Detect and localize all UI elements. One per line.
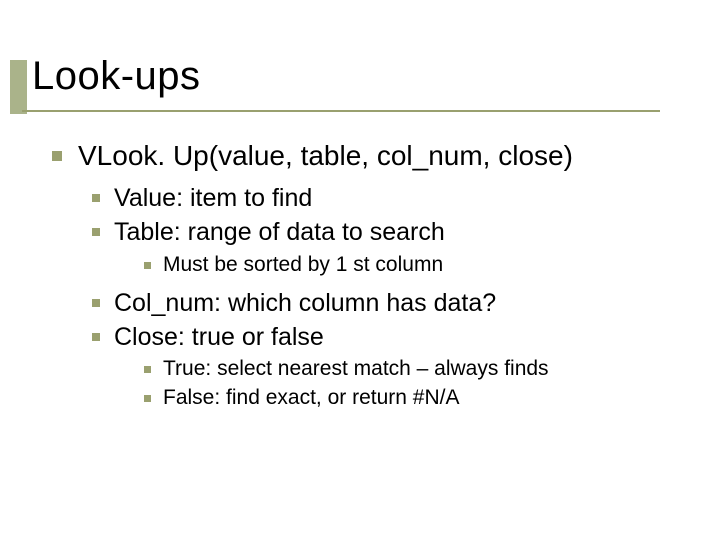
bullet-level-2: Table: range of data to search bbox=[92, 217, 672, 248]
bullet-square-icon bbox=[144, 262, 151, 269]
bullet-text: VLook. Up(value, table, col_num, close) bbox=[78, 138, 573, 173]
bullet-text: Table: range of data to search bbox=[114, 217, 445, 248]
title-area: Look-ups bbox=[32, 54, 201, 99]
title-accent-bar bbox=[10, 60, 27, 114]
bullet-level-2: Close: true or false bbox=[92, 322, 672, 353]
bullet-square-icon bbox=[92, 194, 100, 202]
bullet-level-1: VLook. Up(value, table, col_num, close) bbox=[52, 138, 672, 173]
bullet-level-3: False: find exact, or return #N/A bbox=[144, 385, 672, 411]
bullet-level-3: True: select nearest match – always find… bbox=[144, 356, 672, 382]
bullet-square-icon bbox=[92, 333, 100, 341]
bullet-level-2: Col_num: which column has data? bbox=[92, 288, 672, 319]
bullet-square-icon bbox=[144, 366, 151, 373]
slide-content: VLook. Up(value, table, col_num, close) … bbox=[52, 138, 672, 411]
bullet-square-icon bbox=[92, 299, 100, 307]
bullet-text: True: select nearest match – always find… bbox=[163, 356, 549, 382]
title-underline bbox=[22, 110, 660, 112]
bullet-level-2: Value: item to find bbox=[92, 183, 672, 214]
bullet-square-icon bbox=[52, 151, 62, 161]
bullet-square-icon bbox=[144, 395, 151, 402]
bullet-square-icon bbox=[92, 228, 100, 236]
bullet-text: Value: item to find bbox=[114, 183, 312, 214]
slide-title: Look-ups bbox=[32, 54, 201, 99]
bullet-text: Close: true or false bbox=[114, 322, 324, 353]
bullet-text: Must be sorted by 1 st column bbox=[163, 252, 443, 278]
bullet-text: Col_num: which column has data? bbox=[114, 288, 496, 319]
bullet-text: False: find exact, or return #N/A bbox=[163, 385, 459, 411]
bullet-level-3: Must be sorted by 1 st column bbox=[144, 252, 672, 278]
slide: Look-ups VLook. Up(value, table, col_num… bbox=[0, 0, 720, 540]
